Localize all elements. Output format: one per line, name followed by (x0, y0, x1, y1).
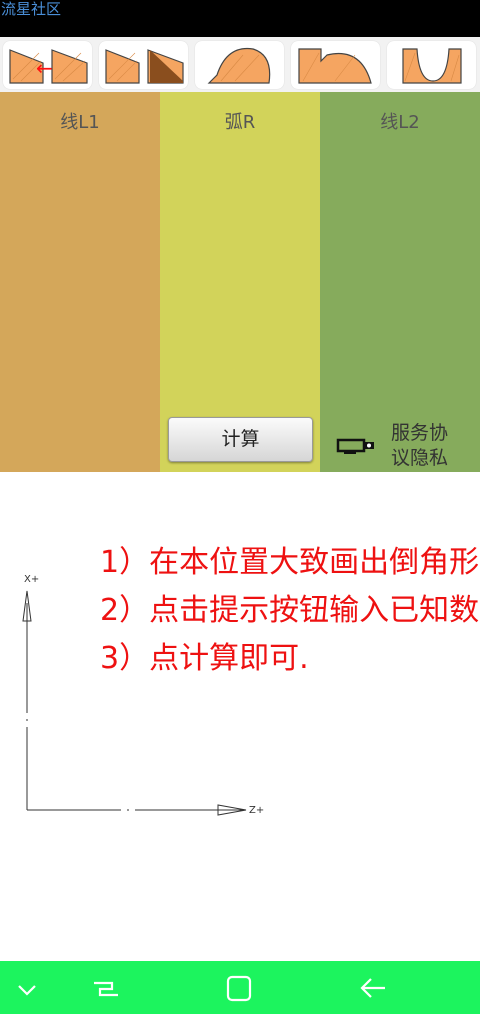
column-label-l2: 线L2 (380, 112, 420, 133)
shape-button-arc-concave[interactable] (387, 41, 476, 89)
back-icon[interactable] (353, 969, 393, 1009)
column-arc-r[interactable]: 弧R (160, 92, 320, 472)
shape-button-chamfer-right[interactable] (99, 41, 188, 89)
calculate-button[interactable]: 计算 (168, 417, 313, 462)
chamfer-left-icon: ← (9, 49, 88, 84)
drawing-axes[interactable]: X+ Z+ (16, 567, 276, 827)
shape-button-step-arc[interactable] (291, 41, 380, 89)
column-line-l1[interactable]: 线L1 (0, 92, 160, 472)
x-axis-label: X+ (24, 574, 39, 585)
column-label-l1: 线L1 (60, 112, 100, 133)
status-bar: 流星社区 (0, 0, 480, 37)
arc-convex-icon (207, 47, 271, 84)
z-axis-label: Z+ (249, 805, 264, 816)
home-icon[interactable] (219, 969, 259, 1009)
step-arc-icon (298, 48, 372, 84)
projector-icon[interactable] (336, 436, 376, 458)
recent-apps-icon[interactable] (86, 969, 126, 1009)
shape-toolbar: ← (0, 37, 480, 92)
column-label-r: 弧R (224, 112, 256, 133)
privacy-policy-link[interactable]: 服务协议隐私政策 (391, 421, 461, 472)
column-line-l2[interactable]: 线L2 (320, 92, 480, 472)
arc-concave-icon (402, 48, 462, 84)
shape-button-arc-convex[interactable] (195, 41, 284, 89)
navigation-bar (0, 961, 480, 1014)
selected-arrow-icon: ← (36, 56, 53, 80)
hide-nav-icon[interactable] (7, 969, 47, 1009)
status-title: 流星社区 (1, 0, 62, 18)
chamfer-right-icon (105, 49, 184, 84)
shape-button-chamfer-left[interactable]: ← (3, 41, 92, 89)
